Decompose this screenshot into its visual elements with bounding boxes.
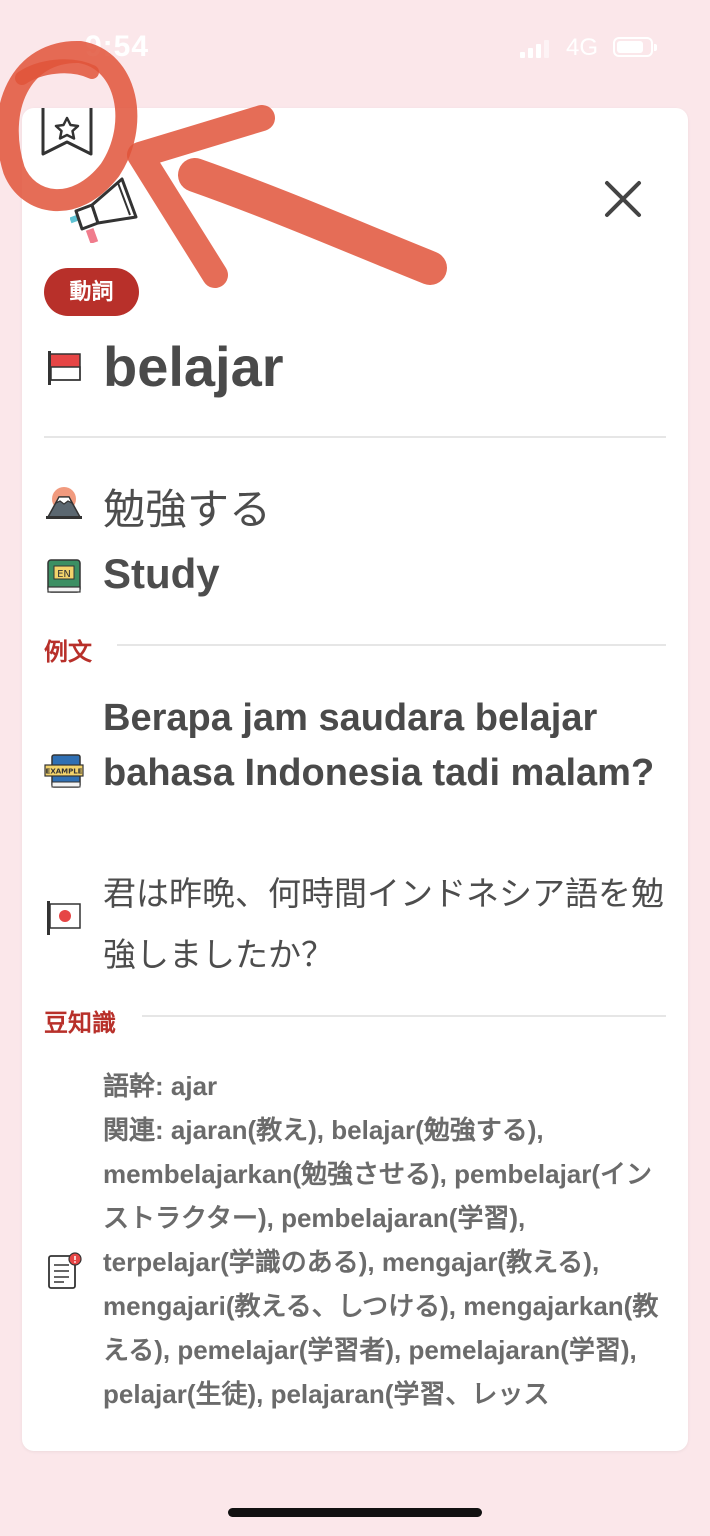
en-book-icon: EN bbox=[47, 559, 81, 593]
trivia-section-label: 豆知識 bbox=[44, 1010, 116, 1037]
word-card: 動詞 belajar 勉強する EN Study 例文 EXAMPLE Bera… bbox=[22, 108, 688, 1451]
close-icon bbox=[605, 181, 641, 217]
example-sentence: Berapa jam saudara belajar bahasa Indone… bbox=[103, 697, 655, 794]
divider bbox=[142, 1015, 666, 1017]
network-type: 4G bbox=[566, 34, 599, 61]
close-button[interactable] bbox=[600, 176, 646, 222]
word-title: belajar bbox=[103, 335, 284, 398]
trivia-text: 語幹: ajar 関連: ajaran(教え), belajar(勉強する), … bbox=[103, 1071, 659, 1409]
status-bar: 9:54 4G bbox=[0, 0, 710, 95]
indonesian-flag-icon bbox=[48, 351, 81, 385]
bookmark-star-icon bbox=[41, 108, 93, 156]
example-translation: 君は昨晩、何時間インドネシア語を勉強しましたか？ bbox=[103, 875, 664, 973]
note-icon bbox=[48, 1252, 82, 1289]
divider bbox=[44, 436, 666, 438]
megaphone-icon bbox=[69, 177, 138, 244]
divider bbox=[117, 644, 666, 646]
meaning-japanese: 勉強する bbox=[103, 486, 272, 533]
status-time: 9:54 bbox=[85, 30, 150, 63]
part-of-speech-badge: 動詞 bbox=[44, 268, 139, 316]
speak-button[interactable] bbox=[69, 173, 140, 244]
japanese-flag-icon bbox=[47, 901, 81, 935]
home-indicator bbox=[228, 1508, 482, 1517]
example-section-label: 例文 bbox=[44, 639, 92, 666]
mount-fuji-icon bbox=[46, 487, 82, 519]
svg-text:EN: EN bbox=[57, 569, 71, 580]
meaning-english: Study bbox=[103, 550, 220, 597]
bookmark-button[interactable] bbox=[40, 108, 94, 158]
battery-icon bbox=[613, 37, 657, 57]
svg-text:EXAMPLE: EXAMPLE bbox=[46, 768, 83, 776]
signal-icon bbox=[520, 38, 550, 58]
example-book-icon: EXAMPLE bbox=[44, 754, 84, 788]
